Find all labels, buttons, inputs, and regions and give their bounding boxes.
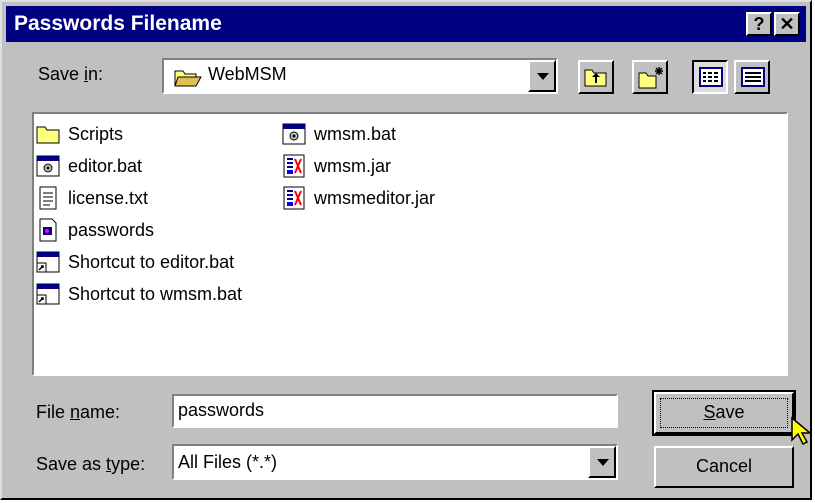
save-as-type-value: All Files (*.*) — [178, 452, 278, 472]
save-in-value: WebMSM — [208, 64, 287, 84]
save-in-label: Save in: — [38, 64, 104, 84]
save-as-type-dropdown-button[interactable] — [588, 446, 616, 478]
close-button[interactable]: ✕ — [774, 12, 800, 36]
list-view-button[interactable] — [692, 60, 728, 94]
save-in-dropdown-button[interactable] — [528, 60, 556, 92]
open-folder-icon — [174, 70, 202, 87]
file-name-value: passwords — [178, 400, 265, 420]
help-button[interactable]: ? — [746, 12, 772, 36]
up-one-level-button[interactable] — [578, 60, 614, 94]
new-folder-icon — [638, 67, 663, 89]
create-new-folder-button[interactable] — [632, 60, 668, 94]
title-bar[interactable]: Passwords Filename ? ✕ — [6, 6, 806, 42]
dialog-title: Passwords Filename — [14, 12, 222, 35]
folder-icon — [36, 126, 60, 144]
file-name-input[interactable]: passwords — [172, 394, 618, 428]
shortcut-icon — [36, 283, 60, 305]
up-folder-icon — [584, 69, 607, 87]
list-view-icon — [699, 67, 723, 87]
save-in-combo[interactable]: WebMSM — [162, 58, 558, 94]
file-name-label: File name: — [36, 402, 121, 422]
save-as-type-combo[interactable]: All Files (*.*) — [172, 444, 618, 480]
batch-file-icon — [36, 155, 60, 177]
batch-file-icon — [282, 123, 306, 145]
jar-file-icon — [283, 186, 305, 210]
focus-rectangle — [660, 398, 788, 428]
shortcut-icon — [36, 251, 60, 273]
save-as-type-label: Save as type: — [36, 454, 146, 474]
save-dialog: Passwords Filename ? ✕ Save in: WebMSM S… — [0, 0, 813, 500]
details-view-icon — [741, 67, 765, 87]
mouse-pointer-icon — [791, 416, 813, 446]
jar-file-icon — [283, 154, 305, 178]
details-view-button[interactable] — [734, 60, 770, 94]
save-button[interactable]: Save — [652, 390, 796, 436]
file-list[interactable]: Scripts editor.bat license.txt passwords — [32, 112, 788, 376]
cancel-button[interactable]: Cancel — [654, 446, 794, 488]
text-file-icon — [39, 186, 57, 210]
generic-file-icon — [39, 218, 57, 242]
